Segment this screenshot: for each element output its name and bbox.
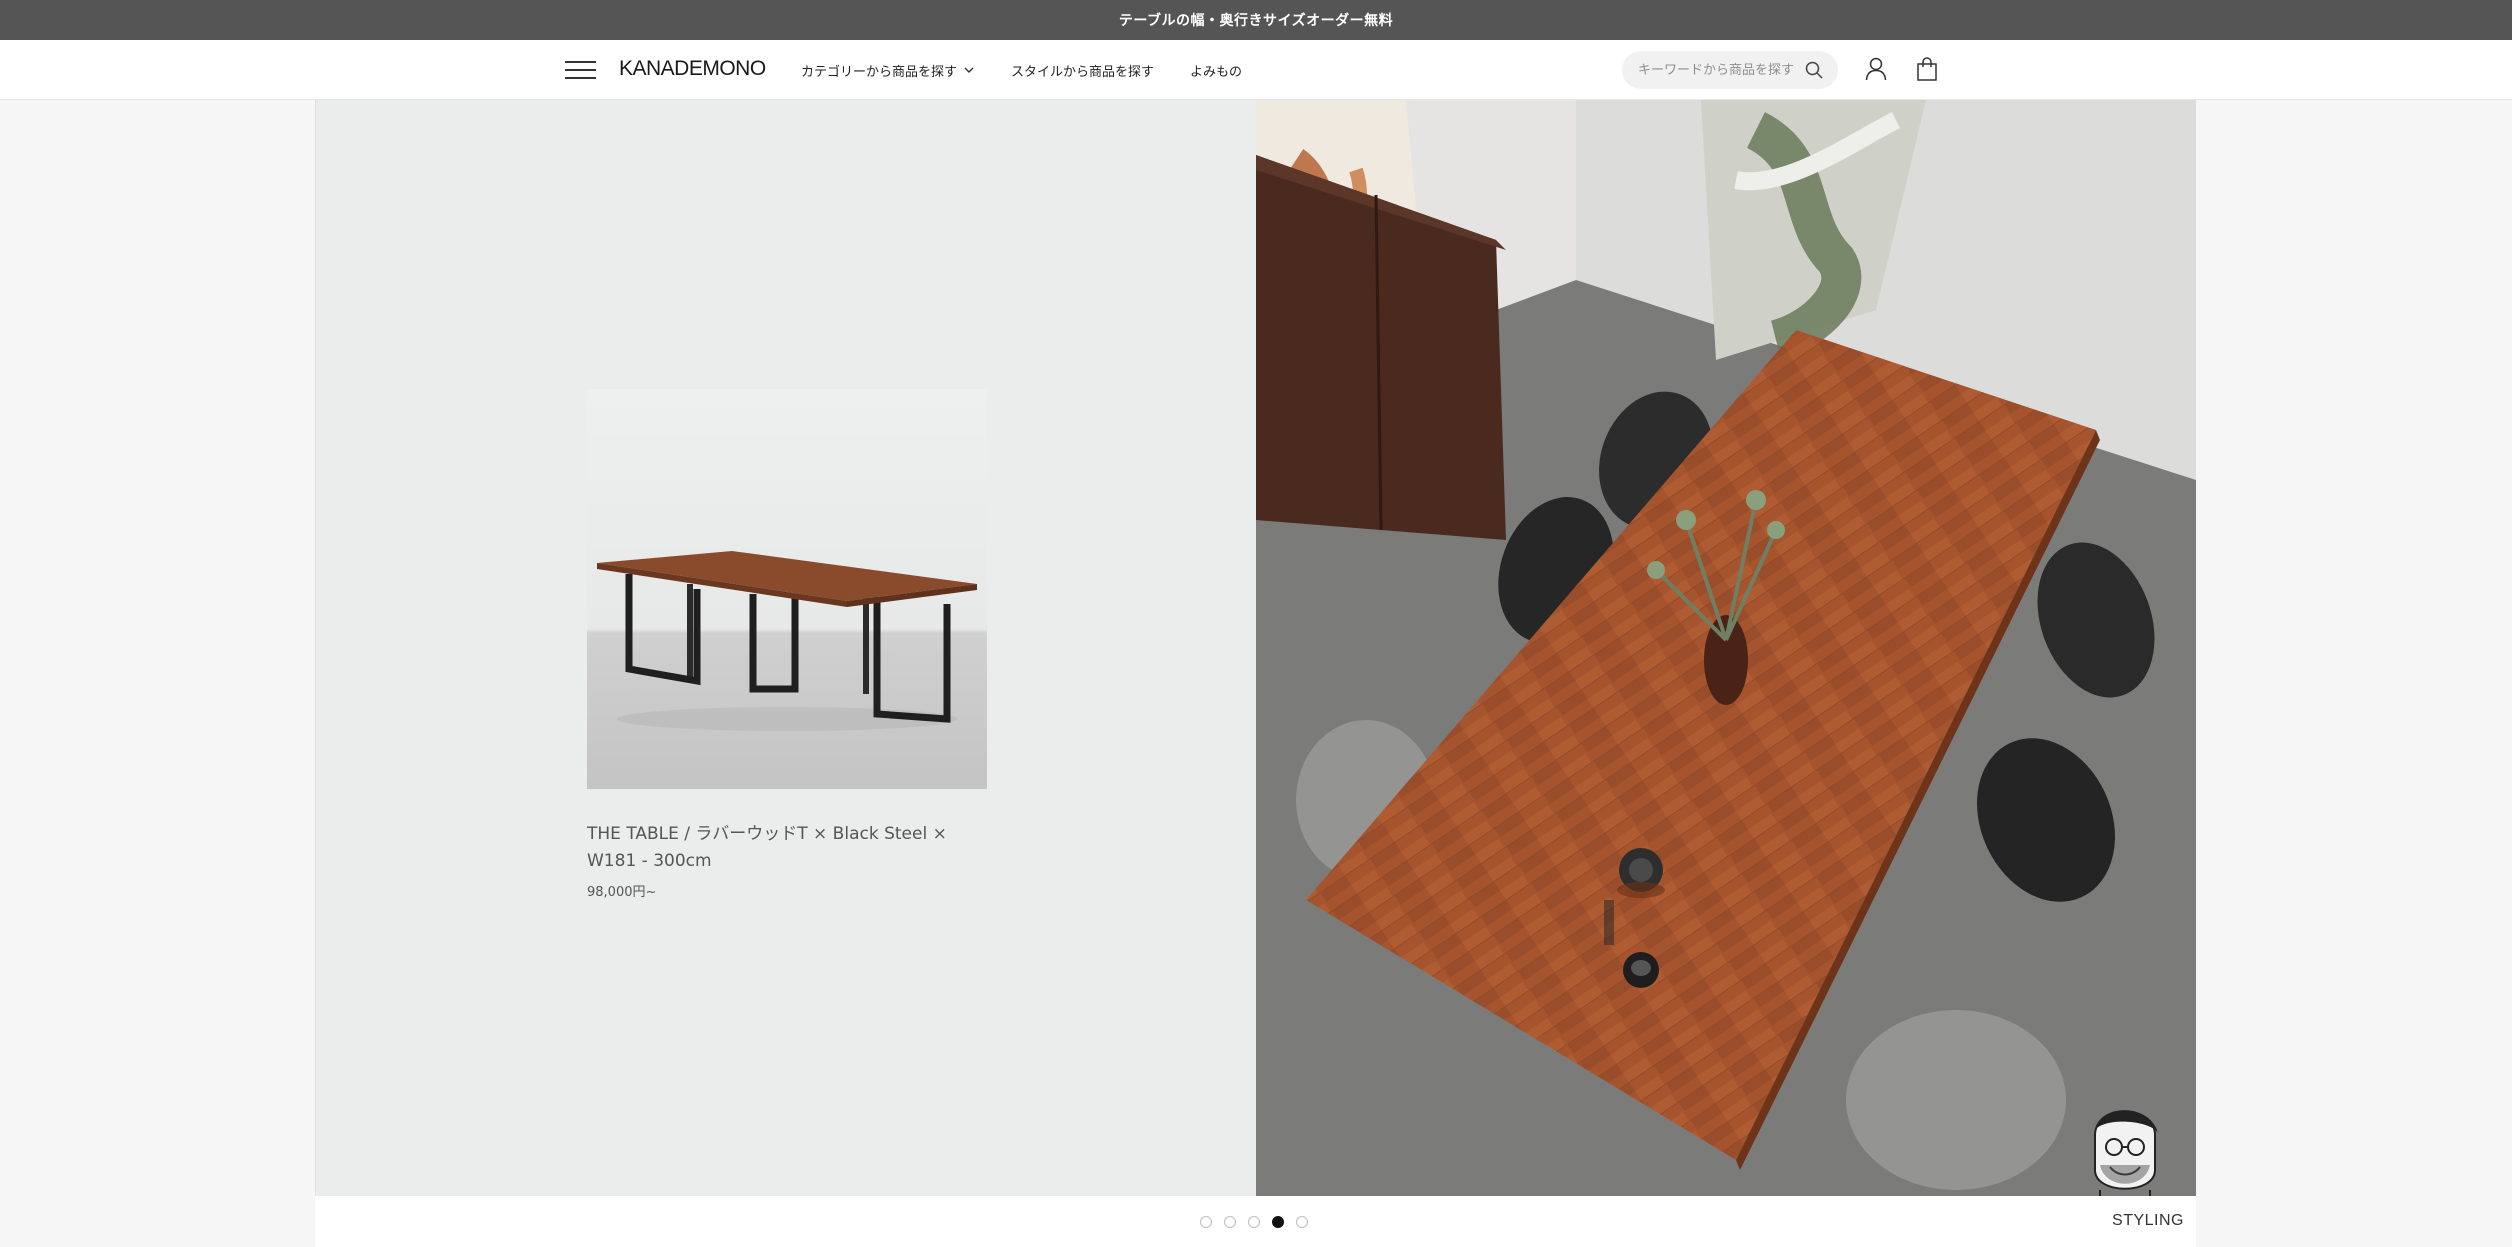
carousel-dot-2[interactable] [1224, 1216, 1236, 1228]
product-name[interactable]: THE TABLE / ラバーウッドT × Black Steel × W181… [587, 821, 967, 875]
chevron-down-icon [964, 67, 974, 73]
announcement-text: テーブルの幅・奥行きサイズオーダー無料 [1118, 13, 1394, 29]
nav-item-label: カテゴリーから商品を探す [801, 64, 958, 80]
search-box [1622, 51, 1838, 89]
site-logo[interactable]: KANADEMONO [619, 57, 766, 81]
menu-icon[interactable] [565, 61, 596, 79]
carousel-dots [1200, 1216, 1308, 1228]
nav-item-label: スタイルから商品を探す [1011, 64, 1155, 80]
search-icon[interactable] [1804, 60, 1824, 80]
site-header: KANADEMONO カテゴリーから商品を探す スタイルから商品を探す よみもの [0, 40, 2512, 100]
nav-item-articles[interactable]: よみもの [1190, 61, 1242, 80]
cart-icon[interactable] [1915, 57, 1939, 81]
section-label: STYLING [2112, 1212, 2184, 1229]
nav-item-categories[interactable]: カテゴリーから商品を探す [801, 61, 975, 80]
styling-slide: THE TABLE / ラバーウッドT × Black Steel × W181… [315, 100, 2196, 1196]
dining-room-illustration [1256, 100, 2196, 1196]
product-image[interactable] [587, 389, 987, 789]
product-panel: THE TABLE / ラバーウッドT × Black Steel × W181… [315, 100, 1256, 1196]
product-price: 98,000円~ [587, 885, 657, 900]
carousel-footer: STYLING [315, 1196, 2196, 1247]
search-input[interactable] [1636, 61, 1804, 79]
carousel-dot-3[interactable] [1248, 1216, 1260, 1228]
main-nav: カテゴリーから商品を探す スタイルから商品を探す よみもの [801, 40, 1242, 100]
product-card[interactable]: THE TABLE / ラバーウッドT × Black Steel × W181… [587, 389, 987, 900]
styling-photo[interactable] [1256, 100, 2196, 1196]
carousel-dot-1[interactable] [1200, 1216, 1212, 1228]
carousel-dot-5[interactable] [1296, 1216, 1308, 1228]
nav-item-label: よみもの [1190, 64, 1243, 80]
account-icon[interactable] [1865, 57, 1887, 81]
table-illustration [597, 551, 977, 731]
carousel-dot-4[interactable] [1272, 1216, 1284, 1228]
nav-item-styles[interactable]: スタイルから商品を探す [1011, 61, 1154, 80]
support-avatar[interactable] [2080, 1095, 2170, 1205]
announcement-bar: テーブルの幅・奥行きサイズオーダー無料 [0, 0, 2512, 40]
